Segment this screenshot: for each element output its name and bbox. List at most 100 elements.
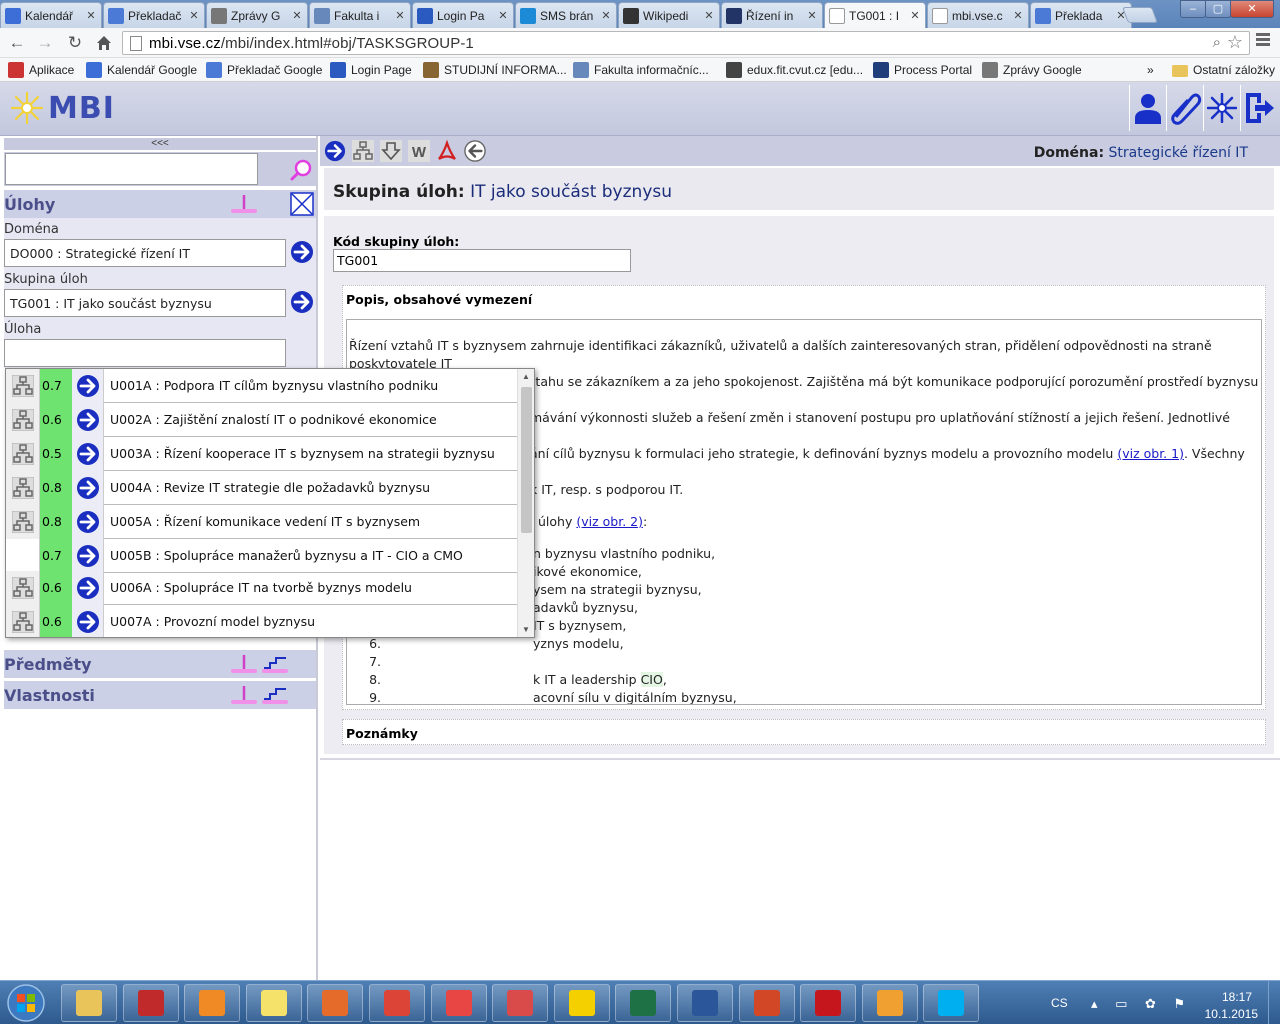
close-tab-icon[interactable]: ✕ [291,9,303,22]
bookmark-item[interactable]: Login Page [330,61,412,79]
taskbar-app[interactable] [307,984,364,1022]
bookmark-item[interactable]: Fakulta informačníc... [573,61,709,79]
filter-single-icon[interactable] [229,193,259,215]
other-bookmarks-folder[interactable]: Ostatní záložky [1172,61,1275,79]
obr1-link[interactable]: (viz obr. 1) [1117,446,1184,461]
scroll-down-icon[interactable]: ▼ [522,625,530,634]
browser-tab[interactable]: Wikipedi ✕ [618,2,720,28]
go-arrow-icon[interactable] [72,505,104,539]
bookmark-item[interactable]: STUDIJNÍ INFORMA... [423,61,567,79]
bookmark-item[interactable]: Překladač Google [206,61,322,79]
browser-tab[interactable]: Login Pa ✕ [412,2,514,28]
taskbar-app[interactable] [923,984,980,1022]
obr2-link[interactable]: (viz obr. 2) [576,514,643,529]
skupina-field[interactable]: TG001 : IT jako součást byznysu [4,289,286,317]
task-label[interactable]: U002A : Zajištění znalostí IT o podnikov… [110,403,437,437]
collapse-panel-button[interactable]: <<< [4,138,316,150]
go-arrow-icon[interactable] [72,369,104,403]
maximize-button[interactable]: ▢ [1205,0,1231,18]
zoom-icon[interactable]: ⌕ [1213,34,1221,51]
go-arrow-icon[interactable] [72,403,104,437]
browser-tab[interactable]: mbi.vse.c ✕ [927,2,1029,28]
filter-steps-icon[interactable] [260,653,290,675]
task-row[interactable]: 0.5 U003A : Řízení kooperace IT s byznyse… [6,437,518,471]
mbi-star-button[interactable] [1203,85,1239,131]
browser-tab[interactable]: Kalendář ✕ [0,2,102,28]
go-arrow-icon[interactable] [72,571,104,605]
hierarchy-icon[interactable] [6,539,40,573]
language-indicator[interactable]: CS [1051,996,1068,1010]
scroll-up-icon[interactable]: ▲ [522,372,530,381]
task-label[interactable]: U007A : Provozní model byznysu [110,605,315,637]
task-label[interactable]: U005A : Řízení komunikace vedení IT s by… [110,505,420,539]
task-label[interactable]: U001A : Podpora IT cílům byznysu vlastní… [110,369,438,403]
browser-tab[interactable]: SMS brán ✕ [515,2,617,28]
taskbar-app[interactable] [861,984,918,1022]
minimize-button[interactable]: – [1180,0,1206,18]
bookmark-item[interactable]: Kalendář Google [86,61,197,79]
hierarchy-icon[interactable] [6,403,40,437]
section-predmety[interactable]: Předměty [4,650,316,678]
clear-filter-icon[interactable] [290,192,314,216]
bookmarks-overflow-button[interactable]: » [1147,61,1154,79]
back-button[interactable]: ← [6,32,28,54]
task-row[interactable]: 0.8 U005A : Řízení komunikace vedení IT s… [6,505,518,539]
close-tab-icon[interactable]: ✕ [806,9,818,22]
hierarchy-button[interactable] [352,139,374,163]
close-tab-icon[interactable]: ✕ [1012,9,1024,22]
go-back-button[interactable] [464,139,486,163]
hierarchy-icon[interactable] [6,471,40,505]
browser-tab[interactable]: TG001 : I ✕ [824,2,926,28]
go-arrow-icon[interactable] [72,437,104,471]
taskbar-app[interactable] [245,984,302,1022]
close-tab-icon[interactable]: ✕ [394,9,406,22]
close-tab-icon[interactable]: ✕ [188,9,200,22]
start-button[interactable] [4,983,50,1023]
browser-tab[interactable]: Překladač ✕ [103,2,205,28]
taskbar-app[interactable] [430,984,487,1022]
chrome-menu-button[interactable] [1256,33,1270,51]
hierarchy-icon[interactable] [6,505,40,539]
tray-icons[interactable]: ▴ ▭ ✿ ⚑ [1091,996,1192,1012]
task-row[interactable]: 0.8 U004A : Revize IT strategie dle požad… [6,471,518,505]
show-desktop-button[interactable] [1268,981,1280,1024]
taskbar-app[interactable] [61,984,117,1022]
task-row[interactable]: 0.6 U002A : Zajištění znalostí IT o podni… [6,403,518,437]
browser-tab[interactable]: Překlada ✕ [1030,2,1132,28]
bookmark-item[interactable]: edux.fit.cvut.cz [edu... [726,61,863,79]
go-skupina-icon[interactable] [290,290,314,314]
bookmark-item[interactable]: Aplikace [8,61,74,79]
hierarchy-icon[interactable] [6,571,40,605]
task-row[interactable]: 0.6 U006A : Spolupráce IT na tvorbě byzny… [6,571,518,605]
domena-field[interactable]: DO000 : Strategické řízení IT [4,239,286,267]
export-pdf-button[interactable] [436,139,458,163]
go-forward-button[interactable] [324,139,346,163]
bookmark-item[interactable]: Process Portal [873,61,972,79]
taskbar-app[interactable] [615,984,672,1022]
task-row[interactable]: 0.7 U001A : Podpora IT cílům byznysu vlas… [6,369,518,403]
go-arrow-icon[interactable] [72,471,104,505]
task-label[interactable]: U003A : Řízení kooperace IT s byznysem n… [110,437,495,471]
taskbar-app[interactable] [553,984,610,1022]
hierarchy-icon[interactable] [6,369,40,403]
home-button[interactable] [93,32,115,54]
go-arrow-icon[interactable] [72,605,104,637]
scrollbar[interactable]: ▲ ▼ [517,369,534,637]
section-vlastnosti[interactable]: Vlastnosti [4,681,316,709]
taskbar-app[interactable] [369,984,425,1022]
clock-date[interactable]: 10.1.2015 [1205,1007,1258,1021]
filter-single-icon[interactable] [229,653,259,675]
forward-button[interactable]: → [34,32,56,54]
taskbar-app[interactable] [800,984,857,1022]
browser-tab[interactable]: Řízení in ✕ [721,2,823,28]
export-word-button[interactable]: W [408,139,430,163]
clock-time[interactable]: 18:17 [1222,990,1252,1004]
close-tab-icon[interactable]: ✕ [600,9,612,22]
attachment-button[interactable] [1166,85,1202,131]
task-row[interactable]: 0.6 U007A : Provozní model byznysu [6,605,518,637]
bookmark-item[interactable]: Zprávy Google [982,61,1082,79]
taskbar-app[interactable] [184,984,241,1022]
task-label[interactable]: U006A : Spolupráce IT na tvorbě byznys m… [110,571,412,605]
hierarchy-icon[interactable] [6,437,40,471]
user-button[interactable] [1129,85,1165,131]
